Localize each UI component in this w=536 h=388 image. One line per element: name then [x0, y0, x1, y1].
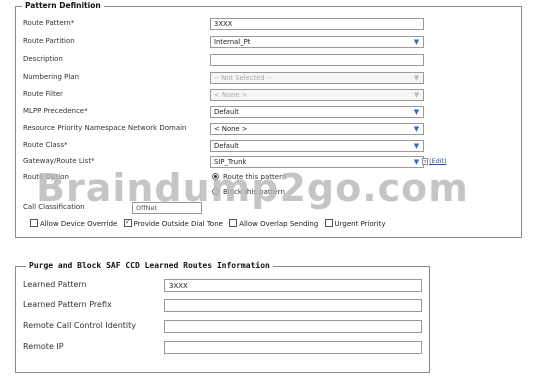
route-filter-value: < None >: [214, 91, 248, 99]
learned-pattern-value: 3XXX: [169, 282, 188, 290]
call-classification-value: OffNet: [136, 204, 158, 212]
provide-outside-dial-tone-checkbox[interactable]: Provide Outside Dial Tone: [123, 217, 223, 228]
route-filter-select[interactable]: < None > ▼: [210, 89, 424, 101]
learned-pattern-row: Learned Pattern 3XXX: [16, 279, 429, 293]
numbering-plan-row: Numbering Plan -- Not Selected -- ▼: [16, 72, 521, 85]
description-input[interactable]: [210, 54, 424, 66]
call-classification-row: Call Classification OffNet: [16, 202, 521, 215]
checkbox-unchecked-icon: [324, 219, 333, 227]
route-partition-label: Route Partition: [23, 37, 75, 45]
chevron-down-icon: ▼: [413, 108, 420, 116]
saf-learned-routes-panel: Purge and Block SAF CCD Learned Routes I…: [15, 261, 430, 373]
remote-call-control-identity-row: Remote Call Control Identity: [16, 320, 429, 334]
checkbox-unchecked-icon: [229, 219, 238, 227]
learned-pattern-input[interactable]: 3XXX: [164, 279, 422, 292]
block-this-pattern-radio[interactable]: Block this pattern: [212, 188, 285, 196]
remote-ip-row: Remote IP: [16, 341, 429, 355]
mlpp-precedence-label: MLPP Precedence*: [23, 107, 88, 115]
checkbox-checked-icon: [123, 217, 132, 227]
learned-pattern-prefix-row: Learned Pattern Prefix: [16, 299, 429, 313]
mlpp-precedence-select[interactable]: Default ▼: [210, 106, 424, 118]
route-class-value: Default: [214, 142, 239, 150]
numbering-plan-value: -- Not Selected --: [214, 74, 272, 82]
chevron-down-icon: ▼: [413, 125, 420, 133]
chevron-down-icon: ▼: [413, 38, 420, 46]
learned-pattern-prefix-input[interactable]: [164, 299, 422, 312]
route-class-label: Route Class*: [23, 141, 68, 149]
edit-icon: [422, 158, 428, 165]
route-option-label: Route Option: [23, 173, 69, 181]
urgent-priority-checkbox[interactable]: Urgent Priority: [324, 219, 386, 228]
route-class-row: Route Class* Default ▼: [16, 140, 521, 153]
route-filter-row: Route Filter < None > ▼: [16, 89, 521, 102]
numbering-plan-select[interactable]: -- Not Selected -- ▼: [210, 72, 424, 84]
gateway-route-list-label: Gateway/Route List*: [23, 157, 95, 165]
radio-selected-icon: [212, 173, 219, 180]
description-row: Description: [16, 54, 521, 67]
chevron-down-icon: ▼: [413, 142, 420, 150]
mlpp-precedence-value: Default: [214, 108, 239, 116]
call-classification-label: Call Classification: [23, 203, 85, 211]
saf-learned-routes-legend: Purge and Block SAF CCD Learned Routes I…: [26, 261, 273, 270]
resource-priority-value: < None >: [214, 125, 248, 133]
remote-call-control-identity-input[interactable]: [164, 320, 422, 333]
remote-ip-label: Remote IP: [23, 342, 64, 351]
description-label: Description: [23, 55, 63, 63]
chevron-down-icon: ▼: [413, 158, 420, 166]
allow-overlap-sending-checkbox[interactable]: Allow Overlap Sending: [229, 219, 319, 228]
route-partition-row: Route Partition Internal_Pt ▼: [16, 36, 521, 49]
route-class-select[interactable]: Default ▼: [210, 140, 424, 152]
resource-priority-row: Resource Priority Namespace Network Doma…: [16, 123, 521, 136]
urgent-priority-label: Urgent Priority: [334, 220, 386, 228]
route-partition-value: Internal_Pt: [214, 38, 251, 46]
allow-device-override-checkbox[interactable]: Allow Device Override: [30, 219, 118, 228]
mlpp-precedence-row: MLPP Precedence* Default ▼: [16, 106, 521, 119]
route-pattern-label: Route Pattern*: [23, 19, 75, 27]
gateway-route-list-select[interactable]: SIP_Trunk ▼: [210, 156, 424, 168]
block-pattern-row: Block this pattern: [16, 187, 521, 200]
block-this-pattern-label: Block this pattern: [223, 188, 285, 196]
remote-ip-input[interactable]: [164, 341, 422, 354]
chevron-down-icon: ▼: [413, 91, 420, 99]
route-pattern-value: 3XXX: [214, 20, 233, 28]
learned-pattern-prefix-label: Learned Pattern Prefix: [23, 300, 112, 309]
route-this-pattern-label: Route this pattern: [223, 173, 287, 181]
chevron-down-icon: ▼: [413, 74, 420, 82]
route-pattern-row: Route Pattern* 3XXX: [16, 18, 521, 31]
radio-unselected-icon: [212, 188, 219, 195]
route-pattern-input[interactable]: 3XXX: [210, 18, 424, 30]
provide-outside-dial-tone-label: Provide Outside Dial Tone: [133, 220, 223, 228]
call-classification-select[interactable]: OffNet: [132, 202, 202, 214]
pattern-definition-legend: Pattern Definition: [22, 1, 104, 10]
checkbox-unchecked-icon: [30, 219, 38, 227]
route-this-pattern-radio[interactable]: Route this pattern: [212, 173, 286, 181]
learned-pattern-label: Learned Pattern: [23, 280, 87, 289]
resource-priority-label: Resource Priority Namespace Network Doma…: [23, 124, 187, 132]
pattern-definition-panel: Pattern Definition Route Pattern* 3XXX R…: [15, 1, 522, 238]
route-option-row: Route Option Route this pattern: [16, 172, 521, 185]
edit-gateway-link[interactable]: (Edit): [429, 157, 447, 165]
resource-priority-select[interactable]: < None > ▼: [210, 123, 424, 135]
numbering-plan-label: Numbering Plan: [23, 73, 80, 81]
remote-call-control-identity-label: Remote Call Control Identity: [23, 321, 137, 330]
options-checkbox-group: Allow Device Override Provide Outside Di…: [30, 217, 389, 228]
gateway-route-list-value: SIP_Trunk: [214, 158, 247, 166]
allow-device-override-label: Allow Device Override: [40, 220, 118, 228]
route-partition-select[interactable]: Internal_Pt ▼: [210, 36, 424, 48]
route-filter-label: Route Filter: [23, 90, 63, 98]
gateway-route-list-row: Gateway/Route List* SIP_Trunk ▼ (Edit): [16, 156, 521, 169]
allow-overlap-sending-label: Allow Overlap Sending: [239, 220, 319, 228]
